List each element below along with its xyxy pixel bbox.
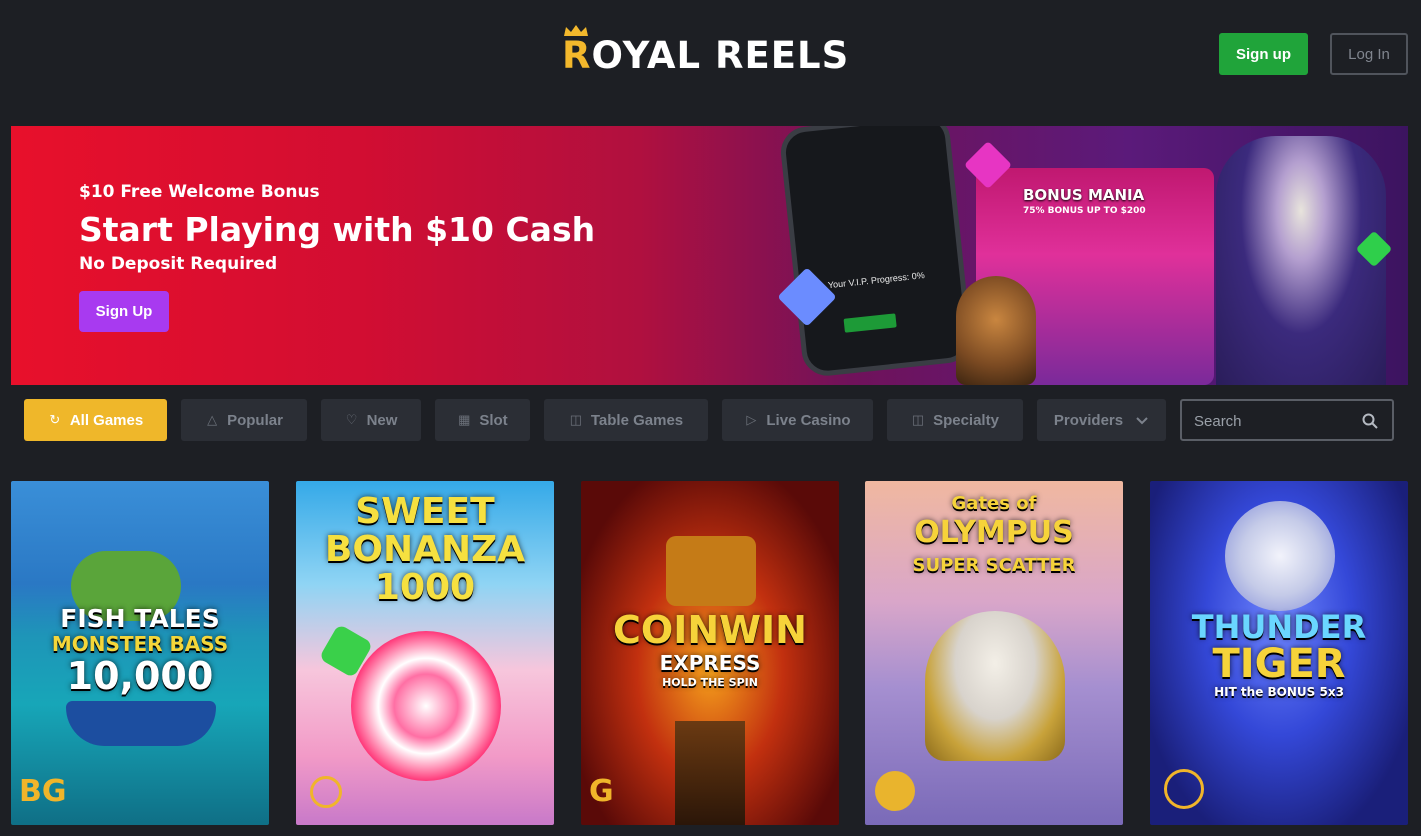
tab-label: New (366, 411, 398, 429)
logo-text: ROYAL REELS (562, 34, 850, 77)
crown-icon (564, 25, 588, 36)
game-subtitle: EXPRESS (659, 651, 761, 675)
search-input[interactable] (1194, 410, 1354, 432)
banner-note: No Deposit Required (79, 254, 278, 274)
banner-artwork: BONUS MANIA 75% BONUS UP TO $200 Your V.… (761, 126, 1408, 385)
provider-logo: BG (19, 774, 67, 809)
game-title: Gates of (951, 493, 1037, 514)
lollipop-image (351, 631, 501, 781)
phone-vip-text: Your V.I.P. Progress: 0% (827, 270, 926, 291)
game-number: 10,000 (66, 654, 214, 698)
train-image (666, 536, 756, 606)
promo-banner[interactable]: $10 Free Welcome Bonus Start Playing wit… (11, 126, 1408, 385)
bonus-mania-title: BONUS MANIA (1023, 186, 1145, 204)
tab-slot[interactable]: ▦ Slot (435, 399, 530, 441)
providers-dropdown[interactable]: Providers (1037, 399, 1166, 441)
game-title: THUNDER (1191, 608, 1367, 646)
tab-all-games[interactable]: ↻ All Games (24, 399, 167, 441)
tab-live-casino[interactable]: ▷ Live Casino (722, 399, 873, 441)
game-tagline: HOLD THE SPIN (662, 676, 758, 689)
signup-button[interactable]: Sign up (1219, 33, 1308, 75)
cards-icon: ◫ (569, 412, 582, 427)
provider-logo-icon (1164, 769, 1204, 809)
owl-image (956, 276, 1036, 385)
game-title: COINWIN (613, 608, 807, 652)
bonus-mania-subtitle: 75% BONUS UP TO $200 (1023, 206, 1146, 216)
tab-label: All Games (69, 411, 144, 429)
chevron-down-icon (1136, 417, 1148, 425)
slot-machine-icon: ▦ (458, 412, 471, 427)
tiger-image (1225, 501, 1335, 611)
banner-title: Start Playing with $10 Cash (79, 210, 596, 249)
provider-logo-icon (875, 771, 915, 811)
all-games-icon: ↻ (49, 412, 61, 427)
game-tile-sweet-bonanza[interactable]: SWEET BONANZA 1000 (296, 481, 554, 825)
royal-reels-logo[interactable]: ROYAL REELS (562, 25, 850, 77)
phone-image: Your V.I.P. Progress: 0% (778, 126, 974, 379)
search-icon[interactable] (1362, 413, 1378, 429)
zeus-image (925, 611, 1065, 761)
tab-label: Table Games (590, 411, 684, 429)
flame-icon: △ (207, 412, 218, 427)
tab-popular[interactable]: △ Popular (181, 399, 307, 441)
game-tile-thunder-tiger[interactable]: THUNDER TIGER HIT the BONUS 5x3 (1150, 481, 1408, 825)
tab-label: Slot (479, 411, 508, 429)
game-tagline: HIT the BONUS 5x3 (1214, 685, 1344, 699)
site-header: ROYAL REELS Sign up Log In (0, 0, 1421, 110)
game-tile-fish-tales[interactable]: FISH TALES MONSTER BASS 10,000 BG (11, 481, 269, 825)
game-number: 1000 (374, 567, 476, 608)
provider-logo-icon (310, 776, 342, 808)
cards-icon: ◫ (911, 412, 925, 427)
game-subtitle: OLYMPUS (914, 515, 1074, 550)
bell-icon: ♡ (345, 412, 358, 427)
wizard-image (1216, 136, 1386, 385)
provider-logo: G (589, 774, 614, 809)
banner-signup-button[interactable]: Sign Up (79, 291, 169, 332)
tab-label: Specialty (933, 411, 999, 429)
tab-specialty[interactable]: ◫ Specialty (887, 399, 1023, 441)
video-icon: ▷ (746, 412, 757, 427)
tab-label: Live Casino (766, 411, 851, 429)
login-button[interactable]: Log In (1330, 33, 1408, 75)
tab-label: Providers (1053, 411, 1124, 429)
game-tagline: SUPER SCATTER (912, 555, 1076, 576)
phone-button-image (843, 313, 897, 333)
game-subtitle: MONSTER BASS (51, 632, 229, 656)
game-tile-gates-of-olympus[interactable]: Gates of OLYMPUS SUPER SCATTER (865, 481, 1123, 825)
game-subtitle: BONANZA (324, 529, 526, 570)
banner-subtitle: $10 Free Welcome Bonus (79, 182, 320, 202)
game-subtitle: TIGER (1212, 641, 1346, 687)
boat-image (66, 701, 216, 746)
game-title: SWEET (355, 491, 495, 532)
tab-new[interactable]: ♡ New (321, 399, 421, 441)
game-tile-coinwin-express[interactable]: COINWIN EXPRESS HOLD THE SPIN G (581, 481, 839, 825)
tab-table-games[interactable]: ◫ Table Games (544, 399, 708, 441)
game-title: FISH TALES (60, 604, 220, 633)
search-box[interactable] (1180, 399, 1394, 441)
rail-track-image (675, 721, 745, 825)
tab-label: Popular (227, 411, 283, 429)
